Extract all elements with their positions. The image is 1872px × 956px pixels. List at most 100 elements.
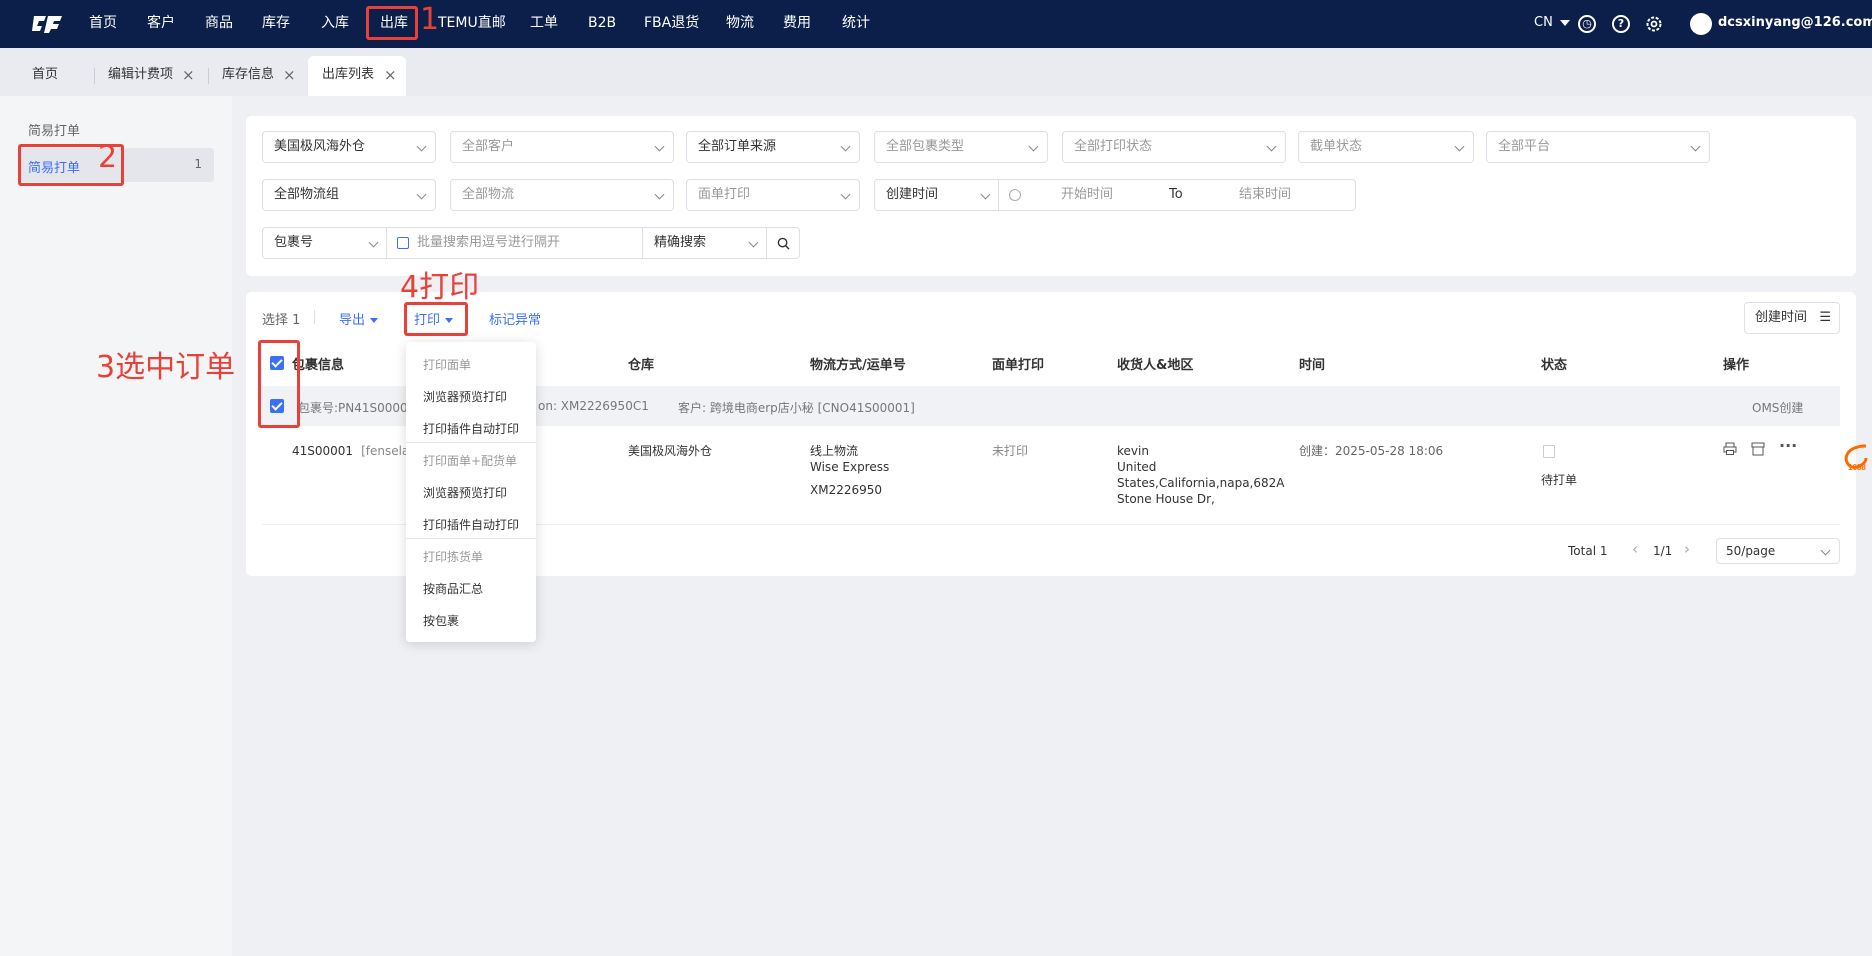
menu-item-by-product-summary[interactable]: 按商品汇总 — [423, 580, 483, 597]
nav-inbound[interactable]: 入库 — [321, 0, 349, 48]
close-icon[interactable]: × — [283, 66, 296, 84]
cutoff-status-select[interactable]: 截单状态 — [1298, 131, 1474, 163]
receiver-street: Stone House Dr, — [1117, 492, 1215, 506]
more-icon[interactable]: ··· — [1779, 438, 1797, 454]
select-value: 全部客户 — [462, 139, 515, 154]
nav-fba-returns[interactable]: FBA退货 — [644, 0, 699, 48]
col-logistics: 物流方式/运单号 — [810, 358, 906, 373]
close-icon[interactable]: × — [384, 66, 397, 84]
mark-abnormal-button[interactable]: 标记异常 — [489, 309, 541, 328]
sidebar-title: 简易打单 — [28, 124, 81, 139]
menu-item-browser-preview-print[interactable]: 浏览器预览打印 — [423, 484, 507, 501]
close-icon[interactable]: × — [182, 66, 195, 84]
chevron-down-icon — [840, 141, 851, 152]
nav-products[interactable]: 商品 — [205, 0, 233, 48]
customer-info: 客户: 跨境电商erp店小秘 [CNO41S00001] — [678, 401, 915, 415]
warehouse-select[interactable]: 美国极风海外仓 — [262, 131, 436, 163]
help-icon[interactable]: ? — [1612, 15, 1630, 33]
search-icon — [777, 237, 790, 250]
reference-number: on: XM2226950C1 — [538, 399, 649, 413]
language-select[interactable]: CN — [1534, 0, 1570, 48]
chevron-down-icon — [1559, 19, 1570, 26]
menu-divider — [406, 538, 536, 539]
range-separator: To — [1169, 187, 1183, 202]
avatar[interactable] — [1690, 13, 1712, 35]
logistics-select[interactable]: 全部物流 — [450, 179, 674, 211]
logistics-group-select[interactable]: 全部物流组 — [262, 179, 436, 211]
document-icon — [1543, 445, 1555, 458]
customer-select[interactable]: 全部客户 — [450, 131, 674, 163]
select-value: 创建时间 — [886, 187, 939, 202]
time-type-select[interactable]: 创建时间 — [874, 179, 1000, 211]
sort-by-created-time-button[interactable]: 创建时间 ☰ — [1744, 302, 1840, 334]
chevron-down-icon — [416, 189, 427, 200]
nav-temu[interactable]: TEMU直邮 — [438, 0, 506, 48]
sort-label: 创建时间 — [1755, 310, 1808, 325]
annotation-box-print — [404, 302, 468, 336]
end-time-input[interactable]: 结束时间 — [1239, 180, 1291, 210]
menu-group-print-picking-list: 打印拣货单 — [423, 550, 484, 564]
package-type-select[interactable]: 全部包裹类型 — [874, 131, 1048, 163]
label-print-select[interactable]: 面单打印 — [686, 179, 860, 211]
platform-select[interactable]: 全部平台 — [1486, 131, 1710, 163]
package-id: 41S00001 [fenselaga — [292, 443, 424, 459]
search-input[interactable]: 批量搜索用逗号进行隔开 — [386, 227, 644, 259]
col-label-print: 面单打印 — [992, 358, 1045, 373]
1688-widget-icon[interactable]: 1688 — [1836, 440, 1872, 480]
tab-label: 出库列表 — [322, 67, 375, 82]
package-id-text: 41S00001 — [292, 444, 354, 458]
caret-down-icon — [370, 318, 379, 323]
menu-group-print-label: 打印面单 — [423, 358, 472, 372]
page-size-select[interactable]: 50/page — [1716, 538, 1840, 564]
chevron-down-icon — [368, 237, 379, 248]
date-range-picker[interactable]: 开始时间 To 结束时间 — [998, 179, 1356, 211]
sort-icon: ☰ — [1819, 310, 1831, 325]
order-source-select[interactable]: 全部订单来源 — [686, 131, 860, 163]
printer-icon[interactable] — [1723, 442, 1737, 456]
next-page-icon[interactable]: › — [1684, 541, 1690, 557]
prev-page-icon[interactable]: ‹ — [1632, 541, 1638, 557]
annotation-label-1: 1 — [420, 2, 440, 37]
tab-home[interactable]: 首页 — [18, 56, 72, 96]
annotation-label-2: 2 — [98, 140, 118, 175]
nav-logistics[interactable]: 物流 — [726, 0, 754, 48]
user-menu[interactable]: dcsxinyang@126.com — [1718, 0, 1872, 72]
nav-customers[interactable]: 客户 — [147, 0, 175, 48]
archive-icon[interactable] — [1751, 442, 1765, 456]
print-status-select[interactable]: 全部打印状态 — [1062, 131, 1286, 163]
nav-fees[interactable]: 费用 — [783, 0, 811, 48]
created-time: 创建：2025-05-28 18:06 — [1299, 444, 1444, 458]
search-type-select[interactable]: 包裹号 — [262, 227, 388, 259]
nav-home[interactable]: 首页 — [89, 0, 117, 48]
menu-item-by-package[interactable]: 按包裹 — [423, 612, 459, 629]
clock-icon — [1009, 189, 1021, 201]
chevron-down-icon — [1690, 141, 1701, 152]
receiver-name: kevin — [1117, 444, 1149, 458]
chevron-down-icon — [654, 141, 665, 152]
brand-logo-icon[interactable] — [30, 12, 64, 36]
menu-item-plugin-auto-print[interactable]: 打印插件自动打印 — [423, 420, 519, 437]
chevron-down-icon — [748, 237, 759, 248]
export-label: 导出 — [339, 313, 366, 328]
receiver-region: States,California,napa,682A — [1117, 476, 1285, 490]
start-time-input[interactable]: 开始时间 — [1061, 180, 1113, 210]
tab-edit-fee-items[interactable]: 编辑计费项 — [94, 56, 187, 96]
clock-icon[interactable]: ◷ — [1578, 15, 1596, 33]
page-size-value: 50/page — [1726, 544, 1776, 558]
tracking-link[interactable]: XM2226950 — [810, 482, 882, 498]
export-button[interactable]: 导出 — [339, 309, 379, 328]
search-mode-select[interactable]: 精确搜索 — [642, 227, 768, 259]
nav-statistics[interactable]: 统计 — [842, 0, 870, 48]
col-actions: 操作 — [1723, 358, 1750, 373]
gear-icon[interactable] — [1644, 14, 1664, 34]
menu-item-browser-preview-print[interactable]: 浏览器预览打印 — [423, 388, 507, 405]
search-button[interactable] — [766, 227, 800, 259]
col-status: 状态 — [1541, 358, 1568, 373]
menu-item-plugin-auto-print[interactable]: 打印插件自动打印 — [423, 516, 519, 533]
nav-b2b[interactable]: B2B — [588, 0, 616, 48]
nav-inventory[interactable]: 库存 — [262, 0, 290, 48]
tab-inventory-info[interactable]: 库存信息 — [208, 56, 288, 96]
nav-tickets[interactable]: 工单 — [530, 0, 558, 48]
select-value: 全部物流组 — [274, 187, 340, 202]
logistics-type: 线上物流 — [810, 444, 859, 458]
